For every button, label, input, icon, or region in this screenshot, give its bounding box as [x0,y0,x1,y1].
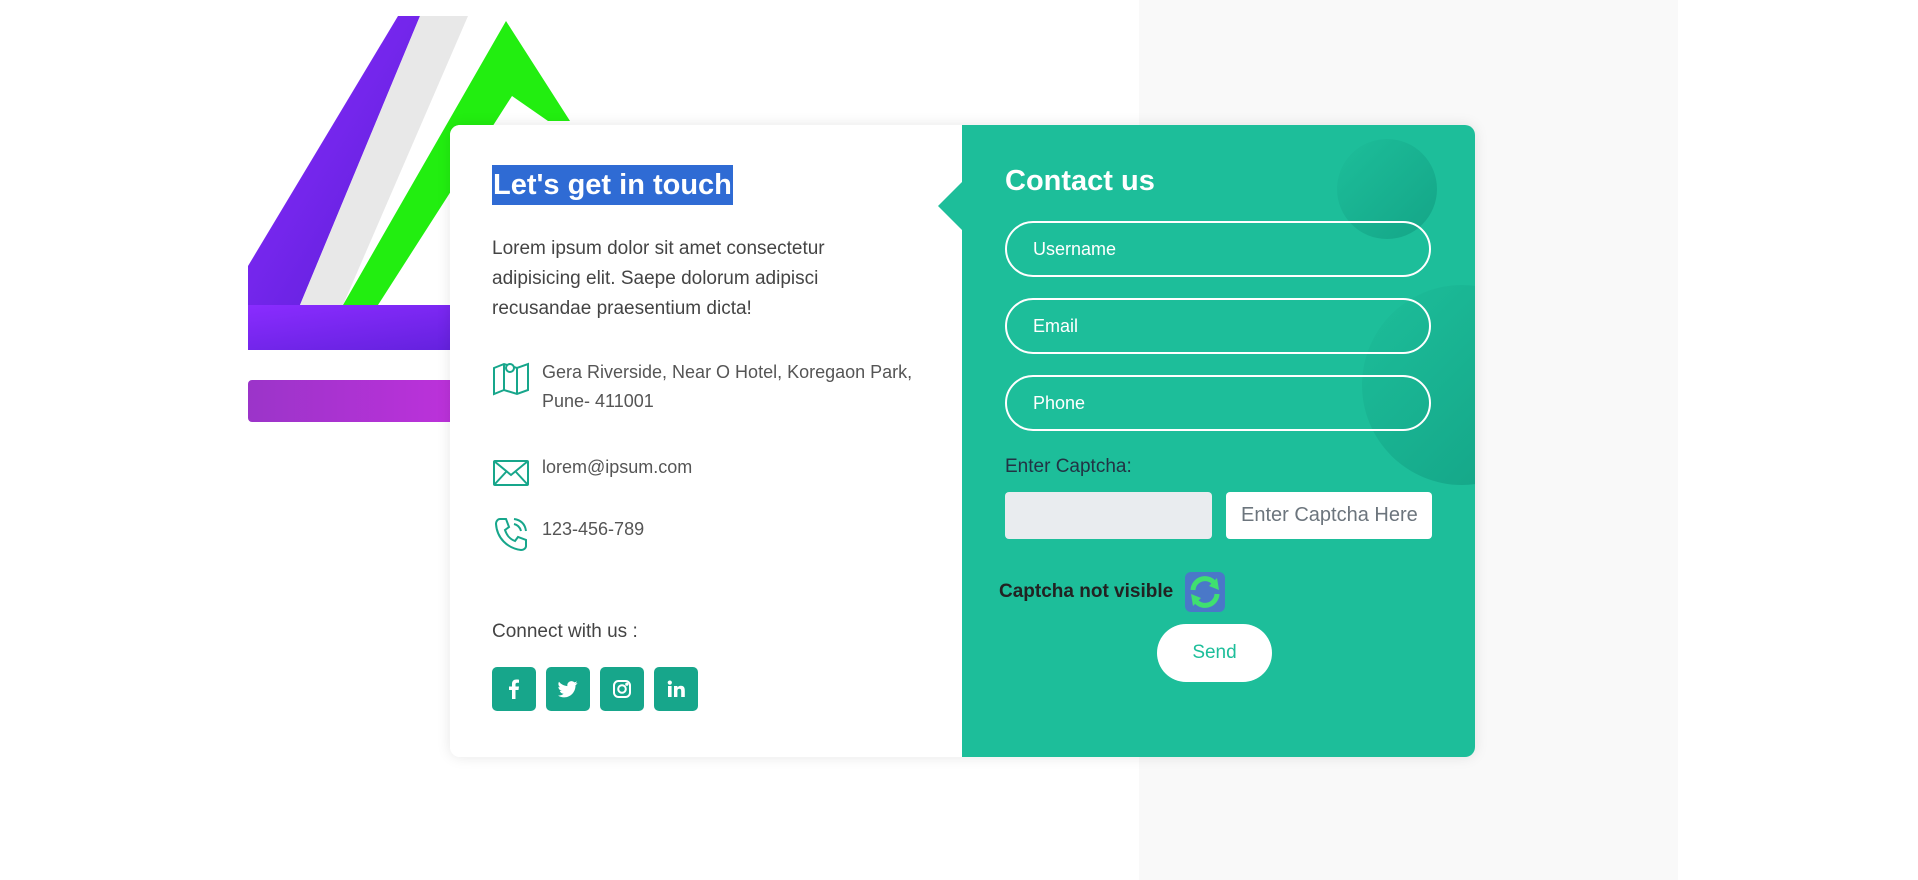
captcha-input[interactable] [1226,492,1432,539]
email-row: lorem@ipsum.com [492,453,922,491]
contact-card: Let's get in touch Lorem ipsum dolor sit… [450,125,1475,757]
facebook-link[interactable] [492,667,536,711]
contact-title: Contact us [1005,165,1155,197]
twitter-link[interactable] [546,667,590,711]
captcha-image [1005,492,1212,539]
phone-row: 123-456-789 [492,515,922,553]
connect-label: Connect with us : [492,621,638,642]
twitter-icon [558,681,578,698]
phone-icon [494,518,527,552]
captcha-refresh-row: Captcha not visible [999,570,1227,614]
send-button[interactable]: Send [1157,624,1272,682]
captcha-not-visible-text: Captcha not visible [999,581,1174,602]
intro-text: Lorem ipsum dolor sit amet consectetur a… [492,238,825,319]
map-icon [493,362,529,396]
address-row: Gera Riverside, Near O Hotel, Koregaon P… [492,358,922,416]
page-title: Let's get in touch [492,165,733,205]
panel-pointer [938,182,962,230]
linkedin-link[interactable] [654,667,698,711]
social-links [492,667,698,711]
phone-text[interactable]: 123-456-789 [542,515,922,544]
instagram-link[interactable] [600,667,644,711]
address-text: Gera Riverside, Near O Hotel, Koregaon P… [542,362,913,411]
refresh-icon[interactable] [1183,570,1227,614]
facebook-icon [509,679,519,699]
info-panel: Let's get in touch Lorem ipsum dolor sit… [450,125,962,757]
email-input[interactable] [1005,298,1431,354]
username-input[interactable] [1005,221,1431,277]
contact-form-panel: Contact us Enter Captcha: Captcha not vi… [962,125,1475,757]
phone-input[interactable] [1005,375,1431,431]
envelope-icon [493,460,529,486]
captcha-label: Enter Captcha: [1005,456,1132,477]
instagram-icon [613,680,631,698]
linkedin-icon [667,680,685,697]
email-text[interactable]: lorem@ipsum.com [542,453,922,482]
